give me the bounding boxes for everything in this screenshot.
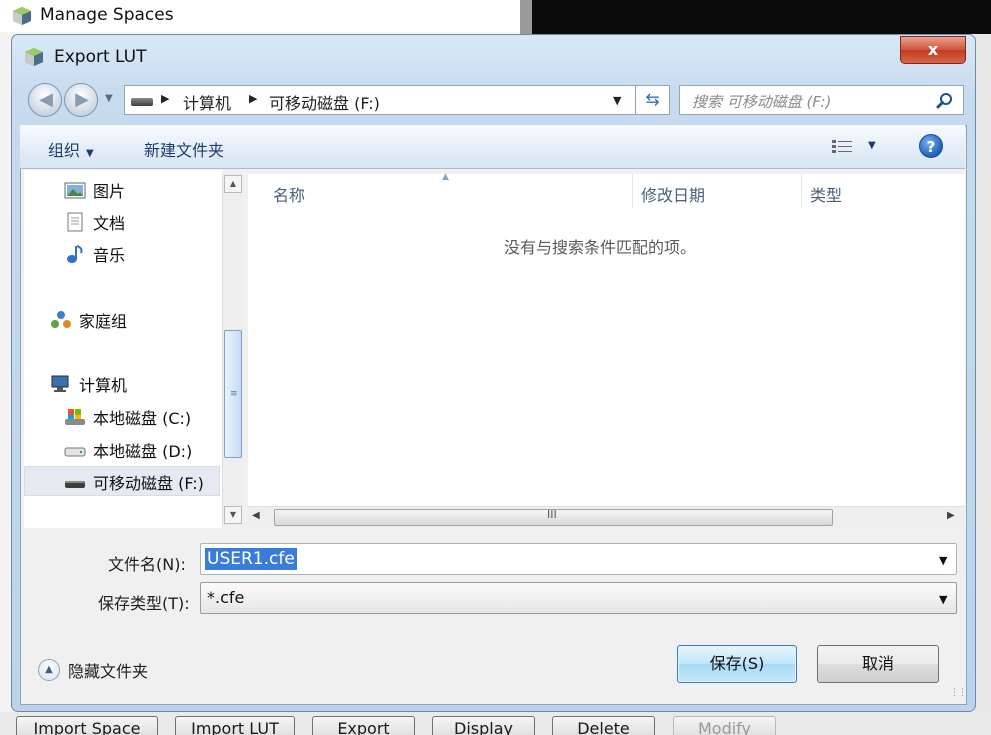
export-button[interactable]: Export bbox=[312, 716, 415, 735]
scrollbar-thumb[interactable]: III bbox=[274, 508, 833, 526]
music-icon bbox=[67, 245, 83, 263]
background-right-edge bbox=[975, 34, 991, 735]
cancel-button[interactable]: 取消 bbox=[817, 645, 939, 683]
nav-item-pictures[interactable]: 图片 bbox=[64, 176, 125, 204]
nav-label: 计算机 bbox=[79, 376, 128, 395]
filetype-label: 保存类型(T): bbox=[98, 594, 190, 613]
hide-folders-label: 隐藏文件夹 bbox=[68, 662, 149, 681]
nav-item-documents[interactable]: 文档 bbox=[64, 208, 125, 236]
nav-label: 可移动磁盘 (F:) bbox=[93, 474, 204, 493]
filetype-value: *.cfe bbox=[207, 588, 245, 607]
column-header-date-modified[interactable]: 修改日期 bbox=[641, 182, 705, 206]
nav-item-drive-f[interactable]: 可移动磁盘 (F:) bbox=[64, 468, 204, 496]
local-drive-icon bbox=[64, 447, 86, 457]
column-divider[interactable] bbox=[632, 174, 633, 208]
filename-label: 文件名(N): bbox=[108, 555, 186, 574]
filename-field[interactable]: USER1.cfe ▼ bbox=[200, 543, 957, 575]
removable-drive-icon bbox=[65, 481, 85, 488]
documents-icon bbox=[67, 212, 83, 232]
save-button[interactable]: 保存(S) bbox=[677, 645, 797, 683]
navigation-vertical-scrollbar[interactable]: ▲ ≡ ▼ bbox=[222, 174, 242, 526]
delete-button[interactable]: Delete bbox=[552, 716, 655, 735]
search-icon[interactable] bbox=[936, 92, 954, 110]
nav-item-homegroup[interactable]: 家庭组 bbox=[50, 306, 127, 334]
scroll-up-icon[interactable]: ▲ bbox=[224, 175, 242, 193]
help-icon[interactable]: ? bbox=[919, 134, 943, 158]
forward-button[interactable]: ▶ bbox=[64, 83, 98, 117]
pictures-icon bbox=[64, 182, 86, 199]
background-window-title: Manage Spaces bbox=[40, 5, 174, 25]
file-list[interactable]: ▲ 名称 修改日期 类型 没有与搜索条件匹配的项。 bbox=[248, 172, 965, 506]
nav-label: 文档 bbox=[93, 214, 126, 233]
search-input[interactable]: 搜索 可移动磁盘 (F:) bbox=[679, 85, 964, 115]
import-space-button[interactable]: Import Space bbox=[16, 716, 158, 735]
column-header-name[interactable]: 名称 bbox=[273, 182, 305, 206]
grip-icon: III bbox=[547, 508, 557, 521]
background-titlebar: Manage Spaces bbox=[0, 0, 520, 32]
scroll-left-icon[interactable]: ◀ bbox=[252, 510, 260, 521]
back-button[interactable]: ◀ bbox=[28, 83, 62, 117]
breadcrumb-drive-f[interactable]: 可移动磁盘 (F:) bbox=[269, 90, 380, 114]
empty-results-message: 没有与搜索条件匹配的项。 bbox=[504, 238, 697, 257]
column-header-type[interactable]: 类型 bbox=[810, 182, 842, 206]
address-dropdown-icon[interactable]: ▼ bbox=[613, 94, 621, 107]
resize-grip-icon[interactable]: ⋮⋮ bbox=[950, 689, 967, 698]
modify-button: Modify bbox=[673, 716, 776, 735]
drive-icon bbox=[131, 98, 153, 106]
breadcrumb-computer[interactable]: 计算机 bbox=[183, 90, 231, 114]
scroll-down-icon[interactable]: ▼ bbox=[224, 506, 242, 524]
column-divider[interactable] bbox=[801, 174, 802, 208]
breadcrumb-arrow-icon[interactable]: ▶ bbox=[161, 92, 169, 105]
app-cube-icon bbox=[13, 7, 31, 25]
nav-label: 图片 bbox=[93, 182, 126, 201]
filetype-select[interactable]: *.cfe ▼ bbox=[200, 582, 957, 614]
nav-item-computer[interactable]: 计算机 bbox=[50, 370, 127, 398]
nav-label: 音乐 bbox=[93, 246, 126, 265]
command-toolbar: 组织 ▼ 新建文件夹 ▼ ? bbox=[20, 125, 965, 169]
arrow-left-icon: ◀ bbox=[39, 89, 53, 110]
close-button[interactable]: x bbox=[900, 36, 966, 64]
import-lut-button[interactable]: Import LUT bbox=[175, 716, 295, 735]
refresh-icon[interactable]: ⇆ bbox=[636, 85, 670, 115]
organize-menu[interactable]: 组织 ▼ bbox=[48, 137, 94, 161]
search-placeholder: 搜索 可移动磁盘 (F:) bbox=[692, 93, 832, 111]
scroll-right-icon[interactable]: ▶ bbox=[947, 510, 955, 521]
grip-icon: ≡ bbox=[230, 389, 238, 399]
nav-label: 本地磁盘 (D:) bbox=[93, 442, 193, 461]
system-drive-icon bbox=[65, 409, 85, 425]
scrollbar-thumb[interactable]: ≡ bbox=[224, 330, 242, 458]
breadcrumb-arrow-icon[interactable]: ▶ bbox=[249, 92, 257, 105]
filetype-dropdown-icon[interactable]: ▼ bbox=[939, 593, 947, 606]
recent-locations-dropdown-icon[interactable]: ▼ bbox=[105, 93, 113, 104]
nav-item-drive-c[interactable]: 本地磁盘 (C:) bbox=[64, 403, 191, 431]
new-folder-button[interactable]: 新建文件夹 bbox=[144, 137, 224, 161]
nav-label: 家庭组 bbox=[79, 312, 128, 331]
sort-ascending-icon: ▲ bbox=[442, 172, 449, 182]
display-button[interactable]: Display bbox=[432, 716, 535, 735]
computer-icon bbox=[51, 375, 69, 392]
nav-label: 本地磁盘 (C:) bbox=[93, 409, 192, 428]
nav-item-drive-d[interactable]: 本地磁盘 (D:) bbox=[64, 436, 192, 464]
arrow-right-icon: ▶ bbox=[75, 89, 89, 110]
app-cube-icon bbox=[25, 48, 43, 66]
view-options-icon[interactable] bbox=[832, 139, 852, 155]
filename-value[interactable]: USER1.cfe bbox=[205, 548, 297, 570]
filename-dropdown-icon[interactable]: ▼ bbox=[939, 554, 947, 567]
homegroup-icon bbox=[51, 311, 71, 328]
background-divider bbox=[520, 0, 532, 34]
dialog-title: Export LUT bbox=[54, 47, 147, 67]
view-dropdown-icon[interactable]: ▼ bbox=[868, 140, 876, 151]
nav-item-music[interactable]: 音乐 bbox=[64, 240, 125, 268]
background-dark-area bbox=[520, 0, 991, 34]
hide-folders-toggle[interactable]: ▲ 隐藏文件夹 bbox=[38, 658, 148, 682]
collapse-up-icon: ▲ bbox=[38, 659, 60, 681]
file-list-horizontal-scrollbar[interactable]: ◀ III ▶ bbox=[248, 506, 965, 528]
address-bar[interactable]: ▶ 计算机 ▶ 可移动磁盘 (F:) ▼ bbox=[124, 85, 636, 115]
